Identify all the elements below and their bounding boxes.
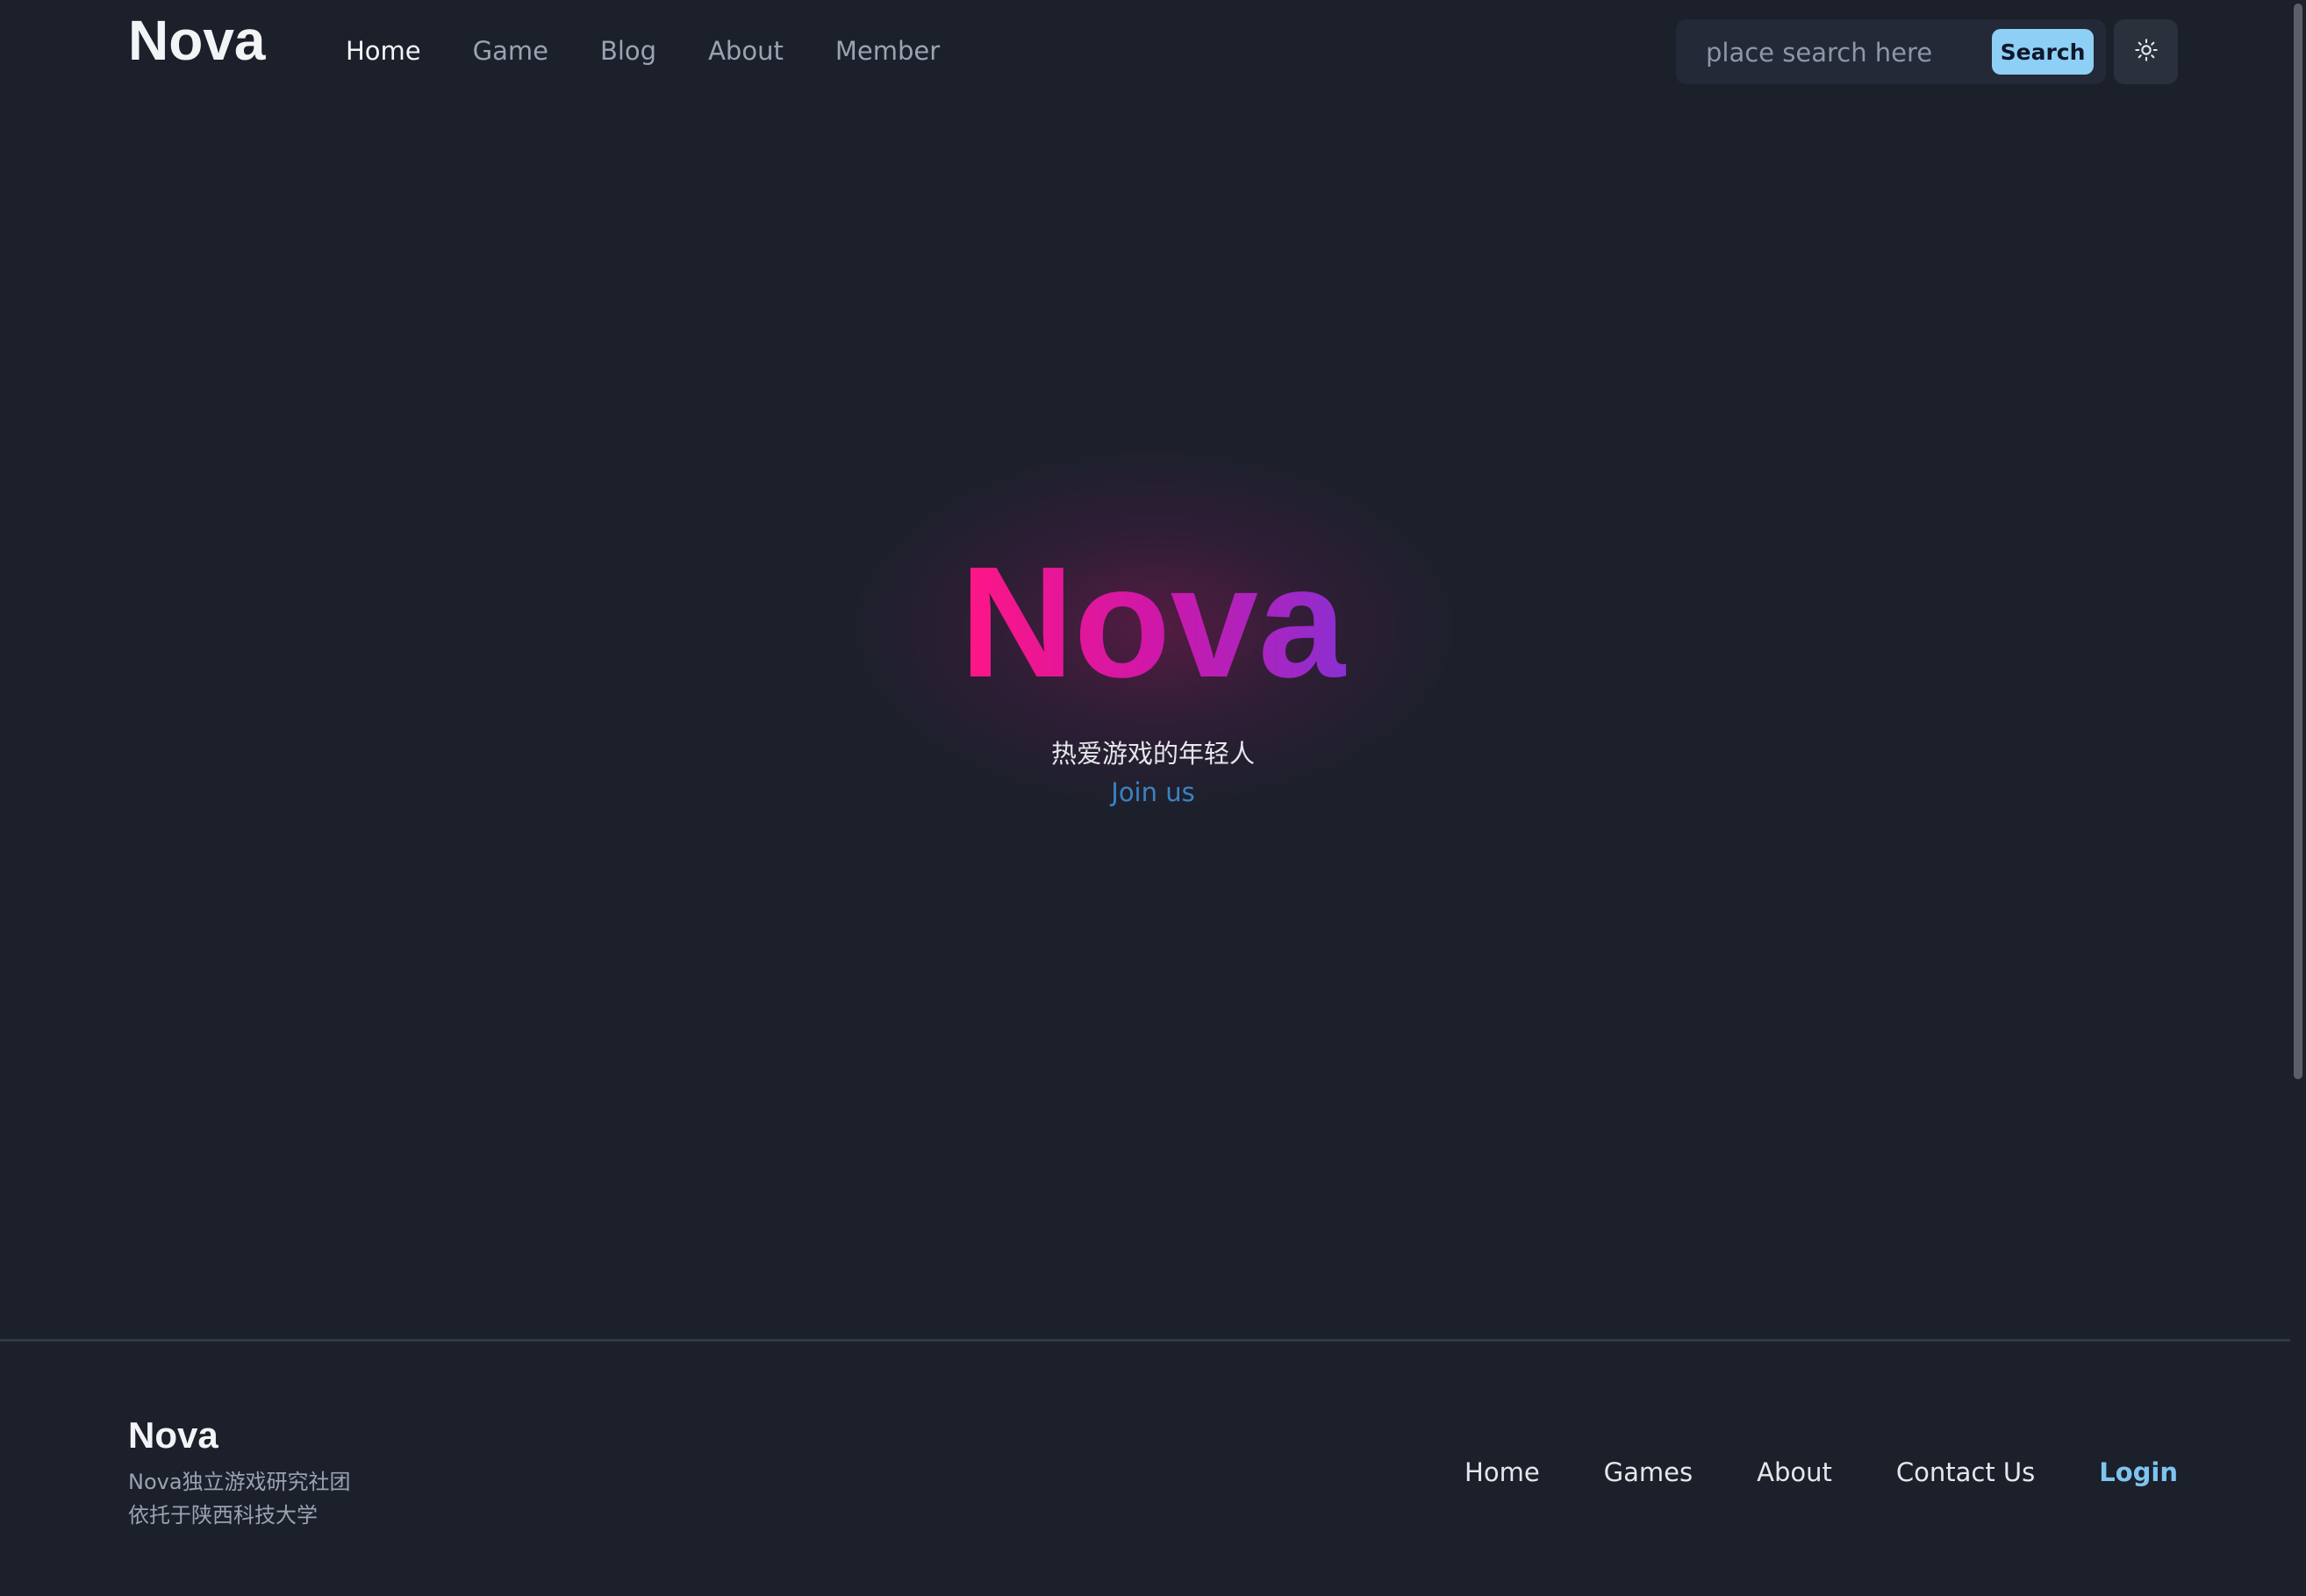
footer-brand: Nova (128, 1414, 218, 1456)
hero-title-text: Nova (959, 534, 1347, 711)
brand-logo[interactable]: Nova (128, 5, 266, 75)
hero-cta: Join us (0, 774, 2306, 811)
theme-toggle-button[interactable] (2114, 19, 2178, 84)
search-input[interactable] (1704, 32, 1988, 74)
scrollbar[interactable] (2290, 0, 2306, 1596)
footer-link-games[interactable]: Games (1604, 1453, 1693, 1492)
sun-icon (2134, 38, 2159, 66)
search-box: Search (1676, 19, 2106, 84)
page: Nova Home Game Blog About Member Search (0, 0, 2306, 1596)
footer-affiliation: 依托于陕西科技大学 (128, 1503, 318, 1528)
footer-description: Nova独立游戏研究社团 (128, 1470, 351, 1494)
scrollbar-thumb[interactable] (2294, 4, 2302, 1079)
nav-item-member[interactable]: Member (835, 32, 940, 70)
nav-item-blog[interactable]: Blog (600, 32, 656, 70)
hero-subtitle: 热爱游戏的年轻人 (1050, 739, 1255, 769)
site-header: Nova Home Game Blog About Member Search (0, 0, 2290, 104)
nav-item-about[interactable]: About (708, 32, 784, 70)
login-link[interactable]: Login (2099, 1453, 2178, 1492)
nav-item-game[interactable]: Game (473, 32, 548, 70)
join-us-link[interactable]: Join us (1111, 777, 1194, 807)
main-nav: Home Game Blog About Member (346, 32, 992, 70)
footer-link-about[interactable]: About (1757, 1453, 1832, 1492)
search-button[interactable]: Search (1992, 29, 2094, 75)
footer-link-contact[interactable]: Contact Us (1896, 1453, 2035, 1492)
site-footer: Nova Nova独立游戏研究社团 依托于陕西科技大学 Home Games A… (0, 1339, 2290, 1596)
footer-nav: Home Games About Contact Us Login (1400, 1453, 2178, 1492)
footer-link-home[interactable]: Home (1465, 1453, 1540, 1492)
nav-item-home[interactable]: Home (346, 32, 421, 70)
hero-title: Nova (0, 540, 2306, 706)
